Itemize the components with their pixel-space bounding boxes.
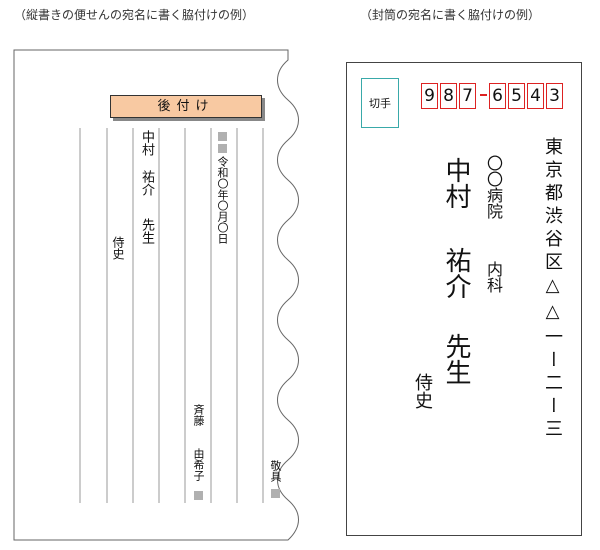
- letter-sheet: 後付け 令和〇年〇月〇日 中村 祐介 先生 侍史 斉藤 由希子 敬具: [0, 0, 300, 550]
- zip-digit: 5: [511, 86, 522, 106]
- letter-wakizuke: 侍史: [111, 236, 125, 260]
- zip-digit-box: 7: [459, 83, 476, 109]
- envelope-recipient-surname: 中村: [441, 157, 471, 209]
- envelope-address: 東京都渋谷区△△一ー二ー三: [542, 137, 563, 442]
- zip-digit-box: 8: [440, 83, 457, 109]
- zip-digit: 9: [424, 86, 435, 106]
- letter-recipient-given: 祐介: [139, 170, 154, 196]
- placeholder-square: [271, 489, 280, 498]
- zip-digit-box: 6: [489, 83, 506, 109]
- stamp-label: 切手: [369, 97, 391, 110]
- letter-recipient-title: 先生: [139, 218, 154, 244]
- zip-digit: 8: [443, 86, 454, 106]
- stamp-box: 切手: [361, 78, 399, 128]
- envelope-wakizuke: 侍史: [412, 373, 433, 409]
- zip-digit: 4: [530, 86, 541, 106]
- zip-digit: 3: [549, 86, 560, 106]
- zip-dash: [480, 94, 487, 96]
- envelope: 切手 9 8 7 6 5 4 3 東京都渋谷区△△一ー二ー三 〇〇病院 内科 中…: [346, 62, 582, 536]
- zip-digit-box: 4: [527, 83, 544, 109]
- envelope-organization: 〇〇病院: [484, 155, 503, 219]
- placeholder-square: [218, 132, 227, 141]
- letter-date: 令和〇年〇月〇日: [216, 156, 229, 244]
- envelope-recipient-given: 祐介: [441, 247, 471, 299]
- placeholder-square: [218, 144, 227, 153]
- placeholder-square: [194, 491, 203, 500]
- letter-closing: 敬具: [269, 460, 282, 482]
- letter-sheet-outline: [13, 49, 299, 541]
- zip-digit: 6: [492, 86, 503, 106]
- atozuke-label: 後付け: [110, 95, 262, 118]
- zip-digit-box: 5: [508, 83, 525, 109]
- zip-digit-box: 9: [421, 83, 438, 109]
- letter-sender-surname: 斉藤: [192, 404, 205, 426]
- envelope-department: 内科: [484, 261, 503, 293]
- letter-sender-given: 由希子: [192, 448, 205, 481]
- date-placeholder-squares: [218, 132, 227, 153]
- letter-recipient-surname: 中村: [139, 130, 154, 156]
- caption-envelope: （封筒の宛名に書く脇付けの例）: [360, 8, 541, 22]
- envelope-recipient-title: 先生: [441, 333, 471, 385]
- zip-digit: 7: [462, 86, 473, 106]
- zip-digit-box: 3: [546, 83, 563, 109]
